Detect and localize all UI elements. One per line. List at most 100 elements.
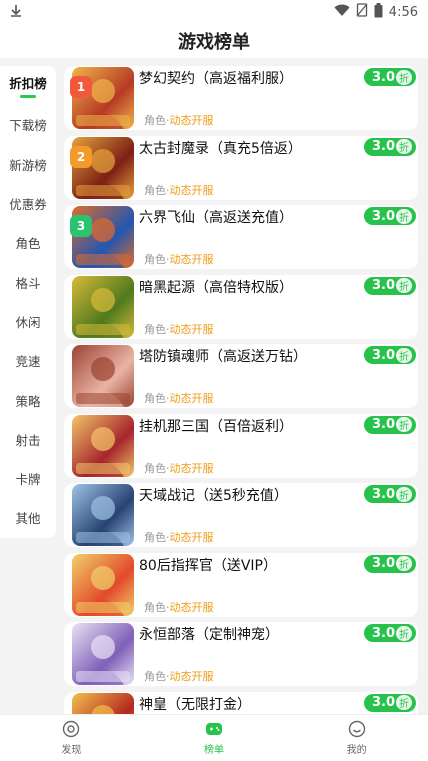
server-status: 动态开服: [169, 392, 214, 405]
discount-unit: 折: [396, 556, 412, 571]
game-list[interactable]: 1 梦幻契约（高返福利服） 角色·动态开服 3.0 折 2 太古封魔录（真充5倍返…: [64, 66, 418, 716]
sidebar-item-label: 其他: [15, 511, 41, 527]
game-thumbnail[interactable]: [72, 623, 134, 685]
server-status: 动态开服: [169, 114, 214, 127]
discount-unit: 折: [396, 486, 412, 502]
bottom-nav: 发现 榜单 我的: [0, 714, 428, 761]
sidebar-item[interactable]: 新游榜: [0, 145, 56, 184]
sidebar-item-label: 下载榜: [9, 118, 47, 134]
sidebar-item[interactable]: 策略: [0, 380, 56, 419]
page-header: 游戏榜单: [0, 24, 428, 58]
category-sidebar: 折扣榜下载榜新游榜优惠券角色格斗休闲竞速 策略射击卡牌其他: [0, 66, 56, 538]
game-category: 角色: [144, 253, 166, 266]
discount-badge: 3.0 折: [363, 68, 416, 86]
game-card[interactable]: 1 梦幻契约（高返福利服） 角色·动态开服 3.0 折: [64, 66, 418, 130]
profile-icon: [348, 720, 365, 738]
discount-value: 3.0: [371, 625, 395, 641]
game-category: 角色: [144, 114, 166, 127]
discount-unit: 折: [396, 278, 412, 293]
rank-badge: 1: [70, 76, 92, 98]
game-name: 塔防镇魂师（高返送万钻）: [139, 349, 307, 365]
discount-unit: 折: [396, 417, 412, 432]
sidebar-item-label: 射击: [15, 432, 41, 448]
game-category: 角色: [144, 322, 166, 336]
game-art-icon: [76, 357, 130, 407]
game-thumbnail[interactable]: [72, 553, 134, 616]
server-status: 动态开服: [169, 461, 214, 475]
sidebar-item[interactable]: 优惠券: [0, 184, 56, 223]
discount-value: 3.0: [371, 695, 395, 710]
discount-unit: 折: [396, 695, 412, 710]
game-card[interactable]: 挂机那三国（百倍返利） 角色·动态开服 3.0 折: [64, 413, 418, 478]
sidebar-item[interactable]: 竞速: [0, 341, 56, 380]
discount-badge: 3.0 折: [363, 276, 416, 295]
game-tags: 角色·动态开服: [144, 460, 214, 476]
game-thumbnail[interactable]: [72, 484, 134, 546]
game-card[interactable]: 天域战记（送5秒充值） 角色·动态开服 3.0 折: [64, 483, 418, 547]
game-tags: 角色·动态开服: [144, 182, 214, 198]
discover-icon: [63, 720, 80, 738]
sidebar-item-label: 优惠券: [9, 197, 47, 213]
sidebar-item[interactable]: 其他: [0, 498, 56, 537]
sidebar-item[interactable]: 卡牌: [0, 459, 56, 498]
discount-unit: 折: [396, 347, 412, 363]
discount-badge: 3.0 折: [363, 415, 416, 434]
discount-value: 3.0: [371, 208, 395, 224]
discount-badge: 3.0 折: [363, 137, 416, 156]
server-status: 动态开服: [169, 183, 214, 197]
game-card[interactable]: 暗黑起源（高倍特权版） 角色·动态开服 3.0 折: [64, 274, 418, 339]
discount-badge: 3.0 折: [363, 207, 416, 225]
sidebar-item[interactable]: 射击: [0, 420, 56, 459]
game-category: 角色: [144, 531, 166, 544]
sidebar-item-label: 折扣榜: [9, 76, 47, 92]
game-card[interactable]: 80后指挥官（送VIP） 角色·动态开服 3.0 折: [64, 552, 418, 617]
discount-value: 3.0: [371, 139, 395, 154]
game-tags: 角色·动态开服: [144, 112, 214, 128]
nav-tab-label: 榜单: [204, 745, 224, 756]
discount-unit: 折: [396, 625, 412, 641]
sidebar-item[interactable]: 角色: [0, 223, 56, 262]
game-card[interactable]: 2 太古封魔录（真充5倍返） 角色·动态开服 3.0 折: [64, 135, 418, 200]
nav-tab[interactable]: 我的: [285, 715, 428, 761]
sidebar-item[interactable]: 休闲: [0, 302, 56, 341]
status-time: 4:56: [388, 4, 418, 20]
game-thumbnail[interactable]: [72, 414, 134, 477]
discount-badge: 3.0 折: [363, 624, 416, 642]
sidebar-item-label: 休闲: [15, 314, 41, 330]
discount-unit: 折: [396, 208, 412, 224]
page-title: 游戏榜单: [178, 32, 250, 53]
game-art-icon: [76, 565, 130, 616]
game-art-icon: [76, 635, 130, 685]
game-name: 神皇（无限打金）: [139, 696, 251, 713]
server-status: 动态开服: [169, 600, 214, 614]
sidebar-item[interactable]: 折扣榜: [0, 66, 56, 105]
nav-tab[interactable]: 发现: [0, 715, 143, 761]
discount-value: 3.0: [371, 417, 395, 432]
nav-tab-label: 发现: [61, 745, 82, 756]
battery-icon: [374, 2, 383, 22]
nav-tab[interactable]: 榜单: [143, 715, 286, 761]
game-thumbnail[interactable]: [72, 275, 134, 338]
game-name: 梦幻契约（高返福利服）: [139, 71, 293, 87]
game-thumbnail[interactable]: [72, 345, 134, 407]
rank-badge: 2: [70, 145, 92, 168]
game-card[interactable]: 塔防镇魂师（高返送万钻） 角色·动态开服 3.0 折: [64, 344, 418, 408]
game-tags: 角色·动态开服: [144, 599, 214, 615]
discount-value: 3.0: [371, 347, 395, 363]
discount-badge: 3.0 折: [363, 485, 416, 503]
game-card[interactable]: 永恒部落（定制神宠） 角色·动态开服 3.0 折: [64, 622, 418, 686]
game-card[interactable]: 3 六界飞仙（高返送充值） 角色·动态开服 3.0 折: [64, 205, 418, 269]
discount-badge: 3.0 折: [363, 693, 416, 712]
sidebar-item[interactable]: 格斗: [0, 262, 56, 301]
sidebar-item-label: 角色: [15, 236, 41, 252]
game-card[interactable]: 神皇（无限打金） 角色·动态开服 3.0折: [64, 691, 418, 716]
server-status: 动态开服: [169, 322, 214, 336]
game-tags: 角色·动态开服: [144, 668, 214, 684]
game-thumbnail[interactable]: [72, 692, 134, 716]
sidebar-item[interactable]: 下载榜: [0, 105, 56, 144]
discount-badge: 3.0 折: [363, 346, 416, 364]
game-tags: 角色·动态开服: [144, 390, 214, 406]
sidebar-item-label: 格斗: [15, 275, 41, 291]
status-bar: 4:56: [0, 0, 428, 24]
nav-tab-label: 我的: [346, 745, 367, 756]
